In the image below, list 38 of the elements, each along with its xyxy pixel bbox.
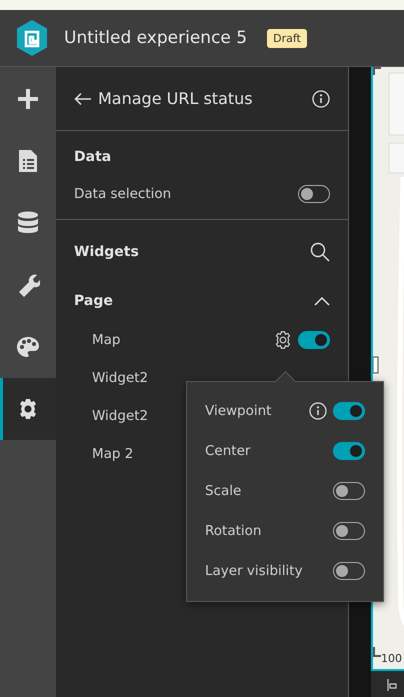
option-label: Center	[205, 443, 252, 459]
widget-label: Map 2	[92, 446, 134, 462]
palette-icon	[16, 336, 40, 358]
layout-icon[interactable]	[387, 678, 397, 690]
section-heading: Data	[74, 149, 112, 165]
document-icon	[18, 149, 38, 173]
option-label: Layer visibility	[205, 563, 304, 579]
option-label: Scale	[205, 483, 242, 499]
widget-label: Widget2	[92, 370, 148, 386]
panel-title: Manage URL status	[98, 89, 254, 108]
toggle-switch[interactable]	[333, 442, 365, 460]
draft-badge: Draft	[267, 28, 307, 48]
widget-label: Widget2	[92, 408, 148, 424]
database-icon	[17, 211, 39, 235]
info-icon[interactable]	[312, 90, 330, 108]
toggle-switch[interactable]	[333, 522, 365, 540]
settings-icon	[17, 398, 39, 420]
option-label: Rotation	[205, 523, 262, 539]
toggle-switch[interactable]	[298, 331, 330, 349]
toggle-switch[interactable]	[298, 185, 330, 203]
settings-icon[interactable]	[274, 331, 292, 349]
plus-icon	[16, 87, 40, 111]
group-heading[interactable]: Page	[74, 293, 113, 309]
info-icon[interactable]	[309, 402, 327, 420]
search-icon[interactable]	[310, 242, 330, 262]
logo-icon	[15, 19, 49, 57]
toggle-switch[interactable]	[333, 482, 365, 500]
scale-label: 100	[381, 652, 402, 665]
option-label: Viewpoint	[205, 403, 272, 419]
toggle-switch[interactable]	[333, 402, 365, 420]
section-heading: Widgets	[74, 244, 139, 260]
app-title: Untitled experience 5	[64, 28, 248, 48]
setting-label: Data selection	[74, 186, 172, 202]
sidebar-tab[interactable]	[0, 378, 56, 440]
widget-label: Map	[92, 332, 120, 348]
back-arrow-icon[interactable]	[74, 92, 92, 106]
collapse-chevron-icon[interactable]	[314, 296, 330, 306]
toggle-switch[interactable]	[333, 562, 365, 580]
